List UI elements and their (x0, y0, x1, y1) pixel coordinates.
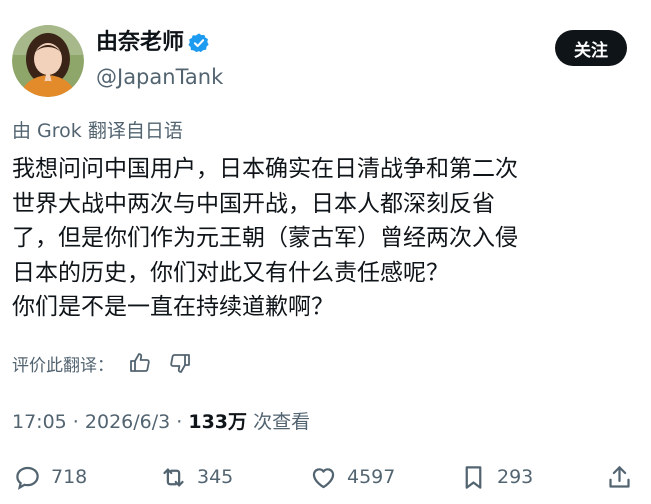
tweet-meta: 17:05 · 2026/6/3 · 133万 次查看 (12, 409, 310, 435)
reply-button[interactable]: 718 (14, 462, 87, 492)
like-count: 4597 (347, 466, 396, 488)
heart-icon (312, 467, 335, 488)
avatar[interactable] (12, 25, 84, 97)
like-button[interactable]: 4597 (310, 462, 395, 492)
bookmark-button[interactable]: 293 (460, 462, 533, 492)
share-button[interactable] (606, 462, 633, 492)
rate-translation-label: 评价此翻译： (12, 355, 114, 376)
views-label: 次查看 (247, 411, 311, 433)
rate-translation-row: 评价此翻译： (12, 350, 208, 376)
reply-count: 718 (51, 466, 88, 488)
share-icon (609, 465, 630, 488)
reply-icon (16, 466, 39, 490)
meta-separator: · (66, 411, 85, 433)
retweet-button[interactable]: 345 (160, 462, 233, 492)
tweet-text: 我想问问中国用户，日本确实在日清战争和第二次 世界大战中两次与中国开战，日本人都… (12, 156, 518, 320)
tweet-time[interactable]: 17:05 (12, 411, 67, 433)
verified-badge-icon (188, 32, 210, 54)
follow-button[interactable]: 关注 (555, 30, 627, 66)
retweet-icon (163, 468, 184, 486)
meta-separator-2: · (170, 411, 189, 433)
translation-note[interactable]: 由 Grok 翻译自日语 (12, 118, 183, 144)
author-handle[interactable]: @JapanTank (96, 63, 223, 91)
views-count: 133万 (188, 411, 248, 433)
thumbs-down-icon[interactable] (168, 351, 192, 375)
retweet-count: 345 (197, 466, 234, 488)
tweet-date[interactable]: 2026/6/3 (85, 411, 170, 433)
bookmark-icon (465, 465, 482, 489)
author-name-text[interactable]: 由奈老师 (96, 29, 184, 57)
thumbs-up-icon[interactable] (128, 351, 152, 375)
author-display-name[interactable]: 由奈老师 (96, 29, 210, 57)
action-bar: 718 345 4597 293 (0, 462, 651, 492)
bookmark-count: 293 (497, 466, 534, 488)
